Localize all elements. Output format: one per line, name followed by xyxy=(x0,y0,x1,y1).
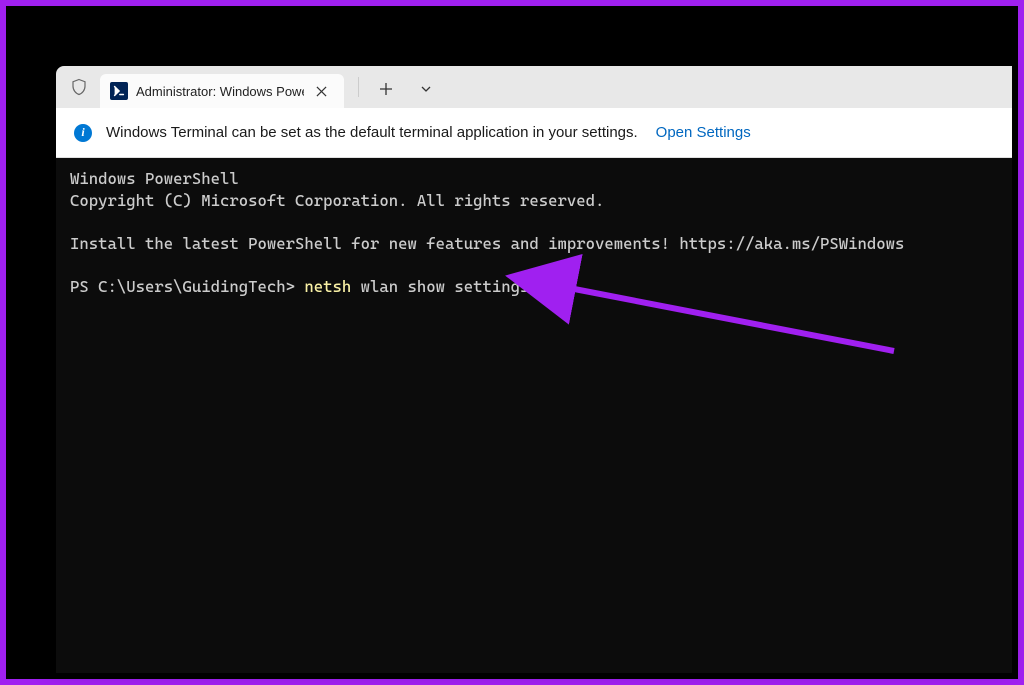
tab-title: Administrator: Windows Powe xyxy=(136,84,304,99)
title-bar[interactable]: Administrator: Windows Powe xyxy=(56,66,1012,108)
active-tab[interactable]: Administrator: Windows Powe xyxy=(100,74,344,108)
open-settings-link[interactable]: Open Settings xyxy=(656,124,751,141)
terminal-line-header: Windows PowerShell xyxy=(70,169,239,188)
powershell-icon xyxy=(110,82,128,100)
tab-divider xyxy=(358,77,359,97)
close-tab-button[interactable] xyxy=(312,82,330,100)
terminal-line-install: Install the latest PowerShell for new fe… xyxy=(70,234,904,253)
terminal-content[interactable]: Windows PowerShell Copyright (C) Microso… xyxy=(56,158,1012,673)
screenshot-frame: Administrator: Windows Powe i Windows Te… xyxy=(0,0,1024,685)
terminal-command-args: wlan show settings xyxy=(351,277,529,296)
terminal-window: Administrator: Windows Powe i Windows Te… xyxy=(56,66,1012,673)
info-bar: i Windows Terminal can be set as the def… xyxy=(56,108,1012,158)
info-message: Windows Terminal can be set as the defau… xyxy=(106,124,638,141)
terminal-command-keyword: netsh xyxy=(304,277,351,296)
terminal-prompt: PS C:\Users\GuidingTech> xyxy=(70,277,304,296)
info-icon: i xyxy=(74,124,92,142)
terminal-line-copyright: Copyright (C) Microsoft Corporation. All… xyxy=(70,191,604,210)
new-tab-button[interactable] xyxy=(369,72,403,106)
tab-dropdown-button[interactable] xyxy=(409,72,443,106)
uac-shield-icon xyxy=(68,76,90,98)
